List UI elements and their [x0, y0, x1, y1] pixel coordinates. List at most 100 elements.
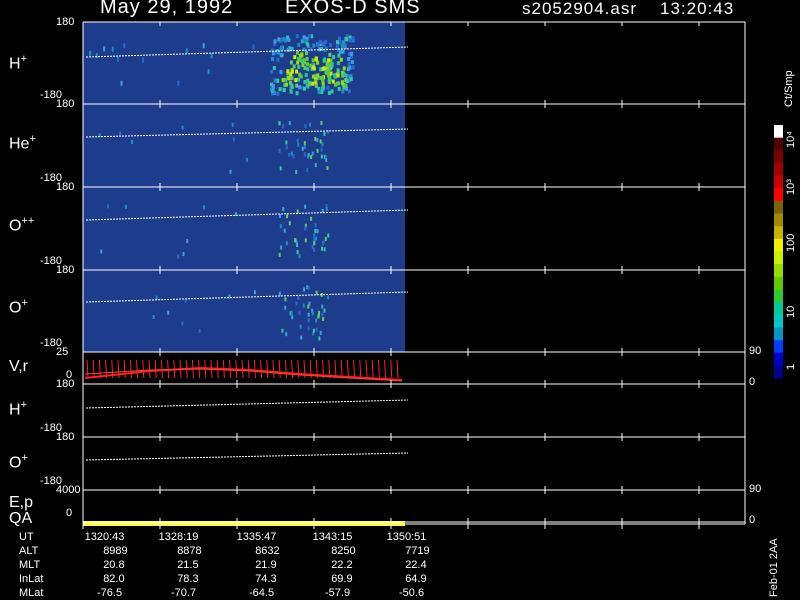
- y-tick-top-ep: 4000: [56, 484, 81, 496]
- heatmap-cell: [314, 57, 318, 62]
- panel-label-qa: QA: [9, 510, 33, 527]
- heatmap-cell: [335, 43, 339, 48]
- velocity-tick: [136, 359, 139, 379]
- heatmap-cell: [323, 131, 326, 136]
- heatmap-cell: [329, 43, 332, 47]
- heatmap-cell: [303, 79, 307, 84]
- velocity-tick: [284, 359, 287, 379]
- heatmap-cell: [288, 121, 291, 126]
- heatmap-cell: [305, 62, 309, 67]
- heatmap-cell: [304, 204, 307, 209]
- heatmap-cell: [252, 44, 255, 50]
- heatmap-cell: [324, 237, 327, 242]
- heatmap-cell: [349, 76, 353, 81]
- heatmap-cell: [339, 50, 342, 54]
- heatmap-cell: [282, 124, 285, 129]
- heatmap-cell: [321, 312, 324, 317]
- colorbar-swatch: [774, 352, 783, 366]
- heatmap-cell: [300, 335, 303, 340]
- heatmap-cell: [270, 69, 274, 74]
- colorbar-swatch: [774, 289, 783, 303]
- heatmap-cell: [124, 204, 127, 209]
- velocity-tick: [253, 359, 256, 379]
- heatmap-cell: [297, 296, 300, 300]
- heatmap-cell: [253, 290, 256, 295]
- heatmap-cell: [314, 223, 317, 228]
- heatmap-cell: [321, 304, 324, 309]
- y-tick-top-vr: 25: [56, 346, 69, 358]
- heatmap-cell: [327, 129, 329, 134]
- heatmap-cell: [345, 37, 349, 42]
- heatmap-cell: [185, 48, 188, 54]
- velocity-tick: [384, 359, 387, 379]
- heatmap-cell: [309, 122, 311, 127]
- heatmap-cell: [167, 310, 170, 315]
- velocity-tick: [123, 359, 126, 379]
- heatmap-cell: [292, 64, 296, 69]
- heatmap-cell: [203, 205, 205, 210]
- heatmap-cell: [245, 157, 248, 162]
- heatmap-cell: [281, 328, 284, 333]
- footer-row-label: MLT: [19, 559, 41, 571]
- y-tick-top-h-plus: 180: [56, 16, 75, 28]
- heatmap-cell: [290, 85, 294, 90]
- heatmap-cell: [311, 58, 315, 63]
- heatmap-cell: [278, 148, 281, 153]
- heatmap-cell: [198, 328, 201, 333]
- spectrogram-background-he-plus: [83, 104, 405, 187]
- velocity-tick: [346, 359, 349, 379]
- velocity-tick: [160, 359, 163, 379]
- heatmap-cell: [297, 77, 300, 82]
- heatmap-cell: [311, 151, 314, 156]
- heatmap-cell: [89, 50, 92, 56]
- heatmap-cell: [284, 297, 287, 302]
- heatmap-cell: [290, 76, 294, 81]
- footer-cell: -57.9: [325, 587, 351, 599]
- heatmap-cell: [338, 40, 342, 45]
- heatmap-cell: [182, 252, 185, 256]
- spectrogram-background-o-plusplus: [83, 187, 405, 270]
- footer-cell: -50.6: [399, 587, 425, 599]
- colorbar-swatch: [774, 302, 783, 316]
- heatmap-cell: [320, 154, 323, 159]
- spectrogram-background-h-plus: [83, 22, 405, 104]
- colorbar-swatch: [774, 150, 783, 164]
- footer-cell: 8989: [103, 545, 128, 557]
- velocity-tick: [266, 359, 269, 379]
- heatmap-cell: [306, 78, 310, 83]
- heatmap-cell: [316, 138, 319, 143]
- heatmap-cell: [348, 38, 352, 43]
- heatmap-cell: [282, 207, 285, 212]
- heatmap-cell: [297, 64, 301, 69]
- heatmap-cell: [290, 151, 293, 156]
- heatmap-cell: [278, 291, 281, 296]
- heatmap-cell: [313, 233, 316, 238]
- velocity-tick: [291, 359, 294, 379]
- heatmap-cell: [278, 87, 282, 92]
- velocity-tick: [154, 359, 157, 379]
- velocity-tick: [272, 359, 275, 379]
- heatmap-cell: [317, 90, 321, 95]
- heatmap-cell: [303, 66, 307, 70]
- velocity-tick: [359, 359, 362, 379]
- heatmap-cell: [316, 43, 320, 48]
- velocity-tick: [98, 359, 101, 379]
- heatmap-cell: [308, 34, 312, 39]
- heatmap-cell: [295, 91, 299, 96]
- heatmap-cell: [306, 168, 309, 173]
- heatmap-cell: [325, 62, 329, 67]
- panel-label-h-plus: H+: [9, 53, 27, 73]
- velocity-tick: [396, 359, 399, 379]
- heatmap-cell: [111, 46, 114, 52]
- footer-stamp: Feb-01 2AA: [768, 538, 780, 597]
- colorbar-tick-label: 10³: [785, 179, 797, 195]
- heatmap-cell: [286, 214, 288, 219]
- heatmap-cell: [281, 78, 285, 83]
- heatmap-cell: [307, 82, 311, 87]
- y-tick-bottom-ep: 0: [66, 507, 73, 519]
- heatmap-cell: [294, 78, 298, 83]
- heatmap-cell: [321, 66, 325, 71]
- panel-label-he-plus: He+: [9, 133, 36, 153]
- heatmap-cell: [327, 295, 330, 300]
- y-tick-top-o-plusplus: 180: [56, 181, 75, 193]
